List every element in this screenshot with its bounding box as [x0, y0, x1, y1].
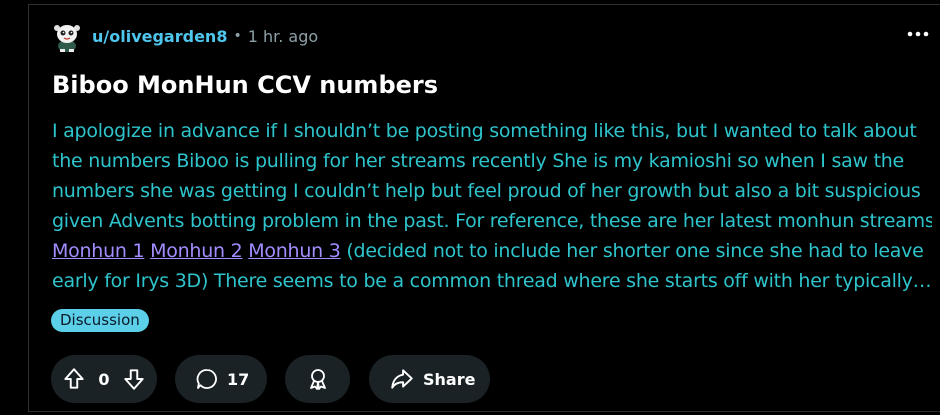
post-time: 1 hr. ago — [247, 26, 319, 46]
downvote-arrow-icon[interactable] — [121, 366, 147, 392]
meta-separator: • — [233, 28, 242, 44]
comments-button[interactable]: 17 — [175, 355, 267, 403]
upvote-arrow-icon[interactable] — [61, 366, 87, 392]
body-line: I apologize in advance if I shouldn’t be… — [52, 120, 917, 142]
body-line: given Advents botting problem in the pas… — [52, 210, 932, 232]
more-options-icon[interactable] — [906, 22, 930, 46]
link-monhun-2[interactable]: Monhun 2 — [150, 240, 243, 262]
body-line-links: Monhun 1 Monhun 2 Monhun 3 (decided not … — [52, 236, 932, 266]
post-body[interactable]: I apologize in advance if I shouldn’t be… — [52, 116, 932, 296]
share-arrow-icon — [389, 366, 415, 392]
comment-count: 17 — [227, 369, 250, 389]
body-line-tail: (decided not to include her shorter one … — [346, 240, 924, 262]
comment-bubble-icon — [195, 367, 219, 391]
snoo-avatar[interactable] — [52, 20, 82, 52]
post-author[interactable]: u/olivegarden8 — [92, 27, 227, 46]
link-monhun-1[interactable]: Monhun 1 — [52, 240, 145, 262]
body-line: numbers she was getting I couldn’t help … — [52, 180, 921, 202]
award-button[interactable] — [285, 355, 350, 403]
vote-control: 0 — [51, 355, 157, 403]
award-icon — [306, 367, 330, 391]
vote-count: 0 — [98, 369, 110, 389]
body-line: early for Irys 3D) There seems to be a c… — [52, 270, 932, 292]
share-label: Share — [423, 369, 476, 389]
flair-badge[interactable]: Discussion — [51, 309, 149, 332]
body-line: the numbers Biboo is pulling for her str… — [52, 150, 905, 172]
share-button[interactable]: Share — [369, 355, 490, 403]
link-monhun-3[interactable]: Monhun 3 — [248, 240, 341, 262]
post-meta: u/olivegarden8 • 1 hr. ago — [52, 20, 318, 52]
post-title[interactable]: Biboo MonHun CCV numbers — [52, 68, 438, 102]
